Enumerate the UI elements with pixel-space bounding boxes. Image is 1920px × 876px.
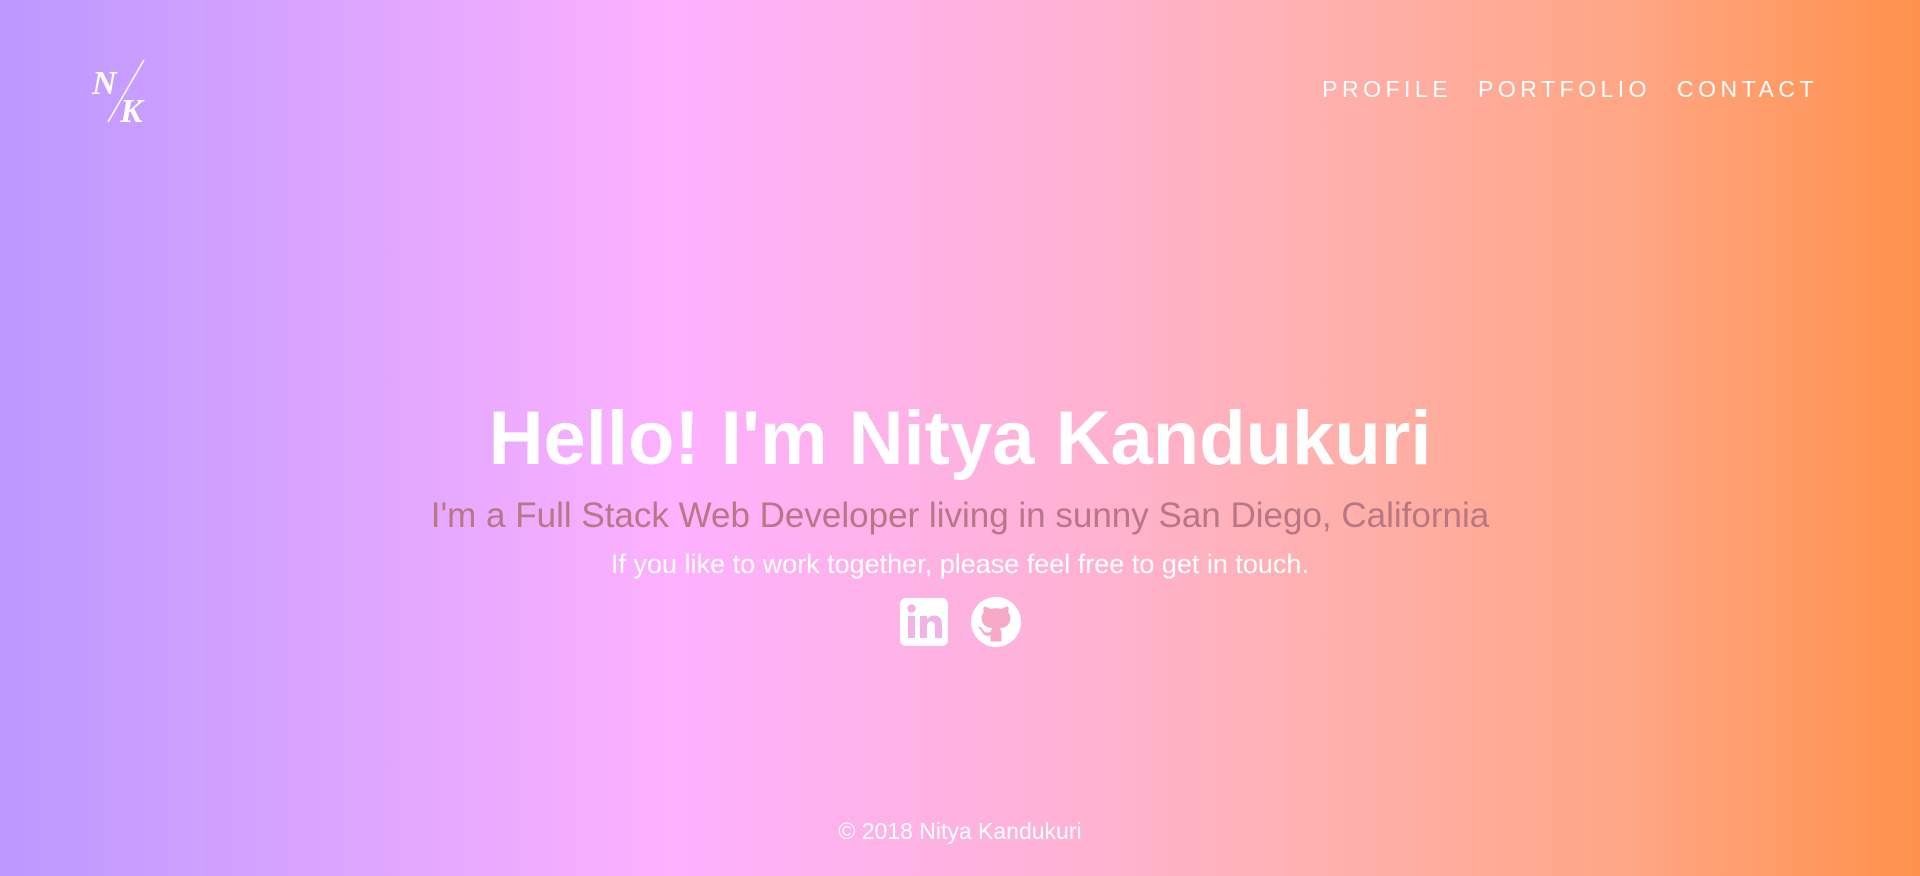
linkedin-icon — [900, 598, 948, 646]
main-nav: PROFILE PORTFOLIO CONTACT — [1322, 76, 1818, 103]
hero-cta-text: If you like to work together, please fee… — [611, 549, 1309, 579]
nk-logo[interactable]: N K — [90, 58, 162, 124]
github-link[interactable] — [970, 596, 1022, 648]
linkedin-link[interactable] — [898, 596, 950, 648]
social-links — [0, 596, 1920, 648]
nav-profile-link[interactable]: PROFILE — [1322, 76, 1452, 103]
hero-heading: Hello! I'm Nitya Kandukuri — [488, 396, 1432, 481]
github-icon — [971, 597, 1021, 647]
nav-portfolio-link[interactable]: PORTFOLIO — [1478, 76, 1651, 103]
footer-copyright: © 2018 Nitya Kandukuri — [838, 818, 1082, 844]
nav-contact-link[interactable]: CONTACT — [1677, 76, 1818, 103]
hero-section: Hello! I'm Nitya Kandukuri I'm a Full St… — [0, 392, 1920, 648]
svg-text:N: N — [91, 65, 118, 102]
nk-monogram-logo-icon: N K — [91, 59, 145, 124]
hero-tagline: I'm a Full Stack Web Developer living in… — [430, 496, 1490, 535]
svg-text:K: K — [119, 93, 145, 124]
